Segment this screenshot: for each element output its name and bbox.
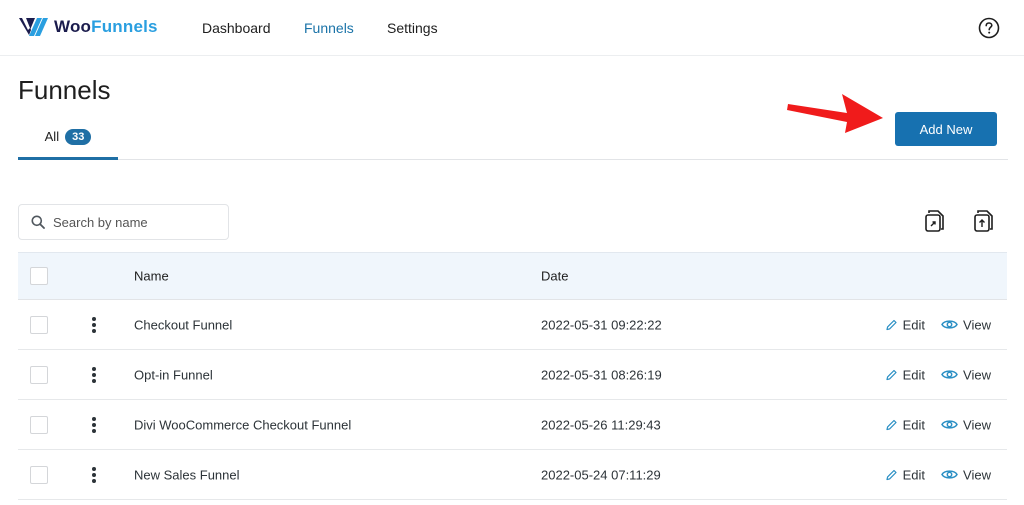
pencil-icon — [886, 419, 897, 430]
view-label: View — [963, 417, 991, 432]
pencil-icon — [886, 319, 897, 330]
count-badge: 33 — [65, 128, 92, 145]
table-row: Checkout Funnel 2022-05-31 09:22:22 Edit… — [18, 300, 1007, 350]
row-checkbox[interactable] — [30, 465, 48, 484]
logo-text-funnels: Funnels — [91, 17, 158, 36]
search-box — [18, 204, 229, 240]
view-label: View — [963, 367, 991, 382]
search-icon — [31, 215, 45, 229]
logo-text-woo: Woo — [54, 17, 92, 36]
tab-all[interactable]: All 33 — [18, 116, 118, 160]
edit-action[interactable]: Edit — [885, 367, 925, 382]
view-action[interactable]: View — [941, 367, 991, 382]
woofunnels-logo[interactable]: WooFunnels — [19, 16, 158, 38]
funnel-name[interactable]: Checkout Funnel — [134, 317, 232, 332]
eye-icon — [941, 420, 958, 429]
table-row: Divi WooCommerce Checkout Funnel 2022-05… — [18, 400, 1007, 450]
row-checkbox[interactable] — [30, 365, 48, 384]
view-label: View — [963, 467, 991, 482]
view-label: View — [963, 317, 991, 332]
pencil-icon — [886, 369, 897, 380]
logo-mark-icon — [19, 18, 48, 36]
eye-icon — [941, 320, 958, 329]
view-action[interactable]: View — [941, 417, 991, 432]
top-bar: WooFunnels Dashboard Funnels Settings — [0, 0, 1024, 56]
edit-action[interactable]: Edit — [885, 467, 925, 482]
funnel-name[interactable]: New Sales Funnel — [134, 467, 240, 482]
more-options-icon[interactable] — [88, 415, 100, 435]
edit-label: Edit — [902, 317, 926, 332]
page-title: Funnels — [18, 75, 111, 105]
view-action[interactable]: View — [941, 467, 991, 482]
view-action[interactable]: View — [941, 317, 991, 332]
row-checkbox[interactable] — [30, 315, 48, 334]
edit-label: Edit — [902, 417, 926, 432]
select-all-checkbox[interactable] — [30, 267, 48, 285]
funnel-name[interactable]: Opt-in Funnel — [134, 367, 213, 382]
import-icon[interactable] — [972, 208, 996, 234]
column-header-date[interactable]: Date — [541, 269, 568, 284]
tab-all-label: All — [44, 129, 60, 144]
edit-label: Edit — [902, 467, 926, 482]
funnels-table: Name Date Checkout Funnel 2022-05-31 09:… — [18, 252, 1007, 500]
more-options-icon[interactable] — [88, 365, 100, 385]
row-checkbox[interactable] — [30, 415, 48, 434]
edit-label: Edit — [902, 367, 926, 382]
funnel-date: 2022-05-26 11:29:43 — [541, 417, 661, 432]
funnel-name[interactable]: Divi WooCommerce Checkout Funnel — [134, 417, 351, 432]
table-row: Opt-in Funnel 2022-05-31 08:26:19 Edit V… — [18, 350, 1007, 400]
pencil-icon — [886, 469, 897, 480]
export-icon[interactable] — [923, 208, 947, 234]
edit-action[interactable]: Edit — [885, 417, 925, 432]
nav-dashboard[interactable]: Dashboard — [202, 20, 271, 36]
column-header-name[interactable]: Name — [134, 269, 169, 284]
nav-funnels[interactable]: Funnels — [304, 20, 354, 36]
help-circle-icon[interactable] — [978, 17, 1000, 39]
table-header: Name Date — [18, 252, 1007, 300]
more-options-icon[interactable] — [88, 315, 100, 335]
eye-icon — [941, 370, 958, 379]
table-row: New Sales Funnel 2022-05-24 07:11:29 Edi… — [18, 450, 1007, 500]
more-options-icon[interactable] — [88, 465, 100, 485]
add-new-button[interactable]: Add New — [895, 112, 997, 146]
annotation-arrow-icon — [787, 94, 883, 133]
funnel-date: 2022-05-31 08:26:19 — [541, 367, 662, 382]
eye-icon — [941, 470, 958, 479]
funnel-date: 2022-05-24 07:11:29 — [541, 467, 661, 482]
nav-settings[interactable]: Settings — [387, 20, 438, 36]
funnel-date: 2022-05-31 09:22:22 — [541, 317, 662, 332]
edit-action[interactable]: Edit — [885, 317, 925, 332]
search-input[interactable] — [53, 214, 213, 230]
